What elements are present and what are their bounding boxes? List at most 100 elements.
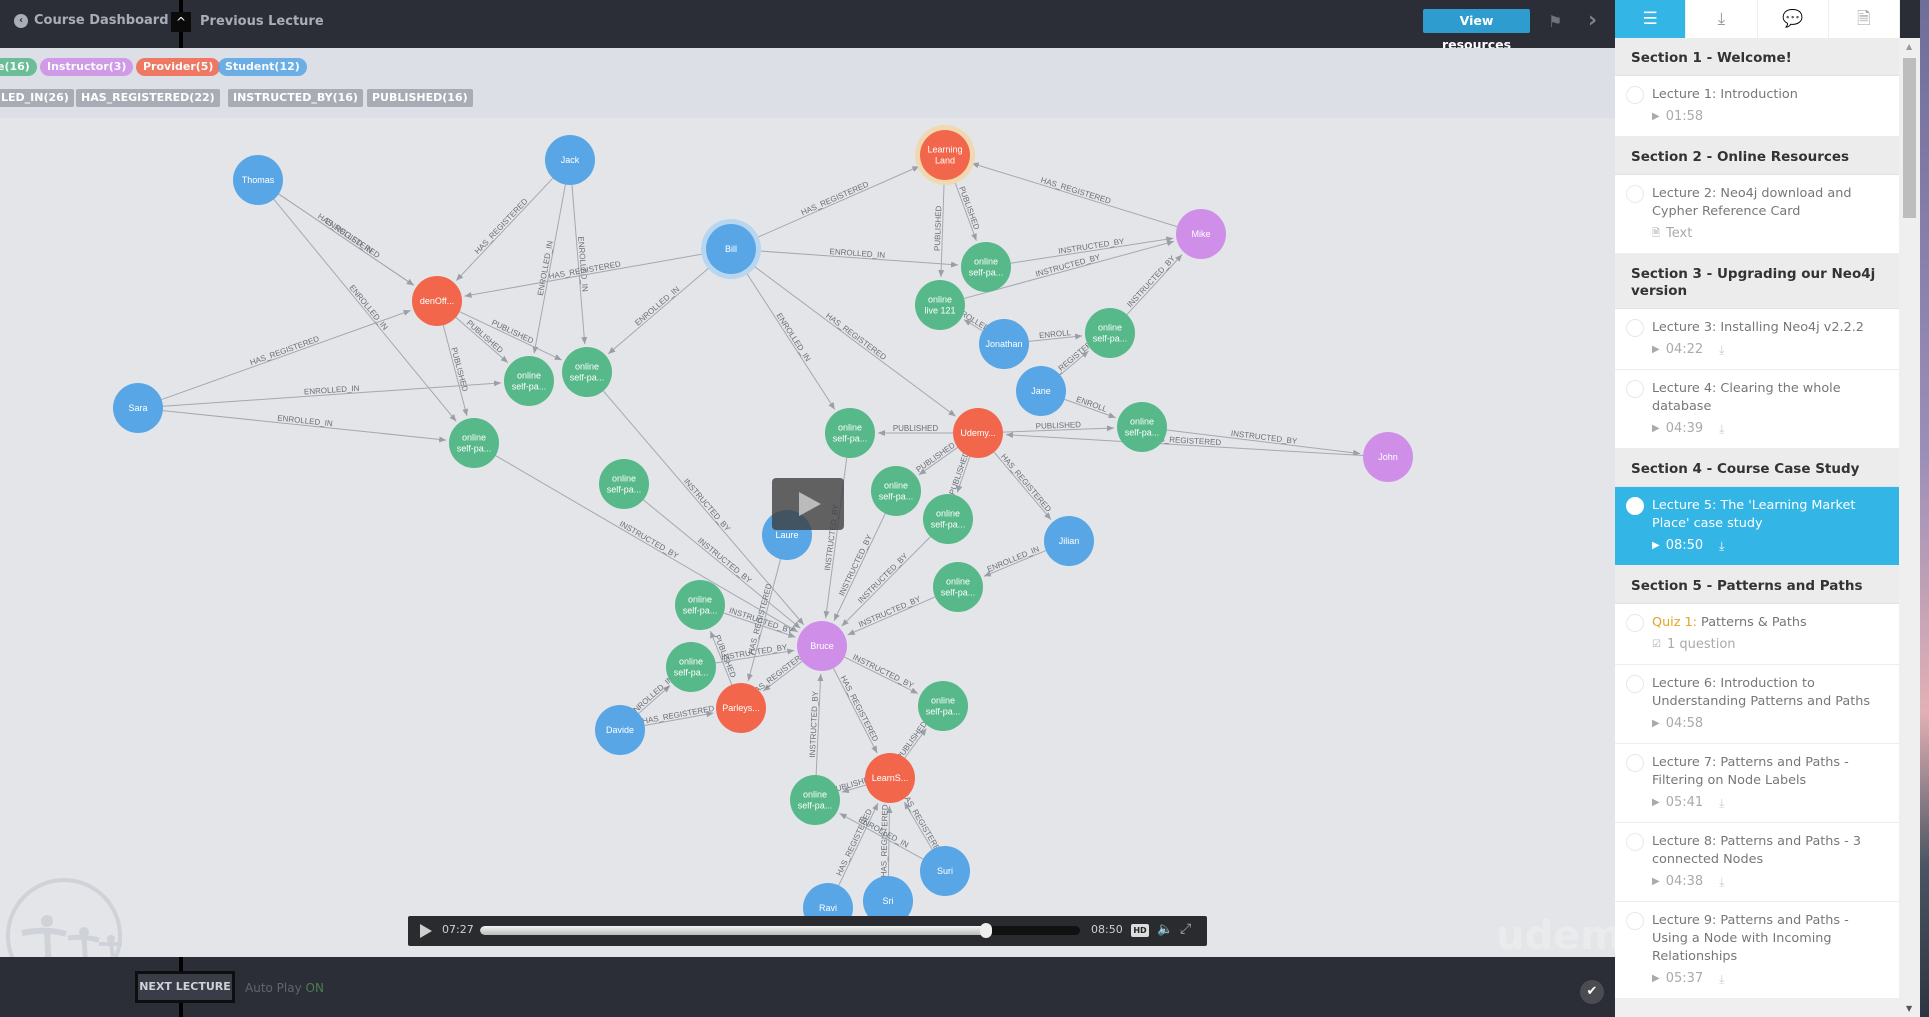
tab-discussions[interactable]: 💬 [1758,0,1829,38]
lecture-item[interactable]: Lecture 3: Installing Neo4j v2.2.2 ▶ 04:22… [1615,309,1899,370]
graph-node-c11[interactable]: onlineself-pa... [923,494,973,544]
graph-node-pariesys[interactable]: Parleys... [716,683,766,733]
relationship-label: ENROLLED_IN [347,283,389,332]
lecture-item[interactable]: Quiz 1: Patterns & Paths ☑ 1 question [1615,604,1899,665]
download-icon[interactable]: ⤓ [1719,420,1724,438]
download-icon[interactable]: ⤓ [1719,537,1724,555]
curriculum-list: Section 1 - Welcome! Lecture 1: Introduct… [1615,38,1899,999]
graph-node-suri[interactable]: Suri [920,846,970,896]
download-icon[interactable]: ⤓ [1719,970,1724,988]
progress-circle-icon [1626,185,1644,203]
graph-node-learns[interactable]: LearnS... [865,753,915,803]
graph-node-thomas[interactable]: Thomas [233,155,283,205]
graph-node-c8[interactable]: onlineself-pa... [825,408,875,458]
notes-icon: 🗎 [1857,9,1871,29]
graph-node-c2[interactable]: onlineself-pa... [562,347,612,397]
node-label: online [688,595,712,605]
graph-node-denoff[interactable]: denOff... [412,276,462,326]
play-circle-icon: ▶ [1652,797,1660,808]
sidebar-scrollbar[interactable]: ▲ ▼ [1900,38,1920,1017]
lecture-item[interactable]: Lecture 8: Patterns and Paths - 3 connec… [1615,823,1899,902]
relationship-label: HAS_REGISTERED [879,804,889,877]
graph-node-learningland[interactable]: LearningLand [915,125,975,185]
lecture-title: Lecture 7: Patterns and Paths - Filterin… [1652,754,1883,790]
view-resources-button[interactable]: View resources [1423,9,1530,52]
next-lecture-button[interactable]: NEXT LECTURE [135,971,235,1003]
lecture-title: Lecture 6: Introduction to Understanding… [1652,675,1883,711]
lecture-item[interactable]: Lecture 5: The 'Learning Market Place' c… [1615,487,1899,566]
graph-node-c7[interactable]: onlineself-pa... [1085,308,1135,358]
node-label: self-pa... [457,444,492,454]
fullscreen-icon[interactable]: ⤢ [1180,921,1191,937]
lecture-item[interactable]: Lecture 2: Neo4j download and Cypher Ref… [1615,175,1899,254]
graph-node-davide[interactable]: Davide [595,705,645,755]
node-label: self-pa... [512,382,547,392]
graph-node-bill[interactable]: Bill [701,219,761,279]
graph-node-c17[interactable]: onlineself-pa... [790,775,840,825]
download-icon[interactable]: ⤓ [1719,873,1724,891]
graph-node-c9[interactable]: onlineself-pa... [1117,402,1167,452]
lecture-meta: ▶ 04:58 [1652,715,1883,733]
tab-notes[interactable]: 🗎 [1829,0,1900,38]
node-label: self-pa... [969,268,1004,278]
lecture-item[interactable]: Lecture 7: Patterns and Paths - Filterin… [1615,744,1899,823]
graph-node-c4[interactable]: onlineself-pa... [599,459,649,509]
seek-handle[interactable] [979,923,992,938]
node-label: denOff... [420,296,454,306]
graph-node-bruce[interactable]: Bruce [797,621,847,671]
tab-curriculum[interactable]: ☰ [1615,0,1687,38]
lecture-title-text: Patterns & Paths [1701,615,1807,630]
course-dashboard-link[interactable]: ‹ Course Dashboard [14,13,169,28]
node-label: online [679,657,703,667]
udemy-watermark: udemy [1496,913,1615,957]
auto-play-toggle[interactable]: Auto Play ON [245,981,324,995]
relationship-label: ENROLL [1075,395,1109,414]
graph-node-c10[interactable]: onlineself-pa... [871,466,921,516]
scrollbar-thumb[interactable] [1903,58,1916,218]
chevron-up-icon[interactable]: ^ [171,12,191,32]
graph-node-c14[interactable]: onlineself-pa... [666,642,716,692]
graph-node-c16[interactable]: onlineself-pa... [918,681,968,731]
relationship-label: PUBLISHED [948,450,972,496]
tab-downloads[interactable]: ⤓ [1686,0,1758,38]
previous-lecture-link[interactable]: Previous Lecture [200,14,324,29]
lecture-item[interactable]: Lecture 1: Introduction ▶ 01:58 [1615,76,1899,137]
hd-toggle[interactable]: HD [1131,924,1149,937]
node-label: self-pa... [607,485,642,495]
download-icon[interactable]: ⤓ [1719,794,1724,812]
graph-node-jilian[interactable]: Jilian [1044,516,1094,566]
relationship-label: INSTRUCTED_BY [856,551,910,605]
graph-node-c3[interactable]: onlineself-pa... [449,418,499,468]
lecture-item[interactable]: Lecture 9: Patterns and Paths - Using a … [1615,902,1899,999]
video-stage[interactable]: e(16) Instructor(3) Provider(5) Student(12)… [0,48,1615,957]
big-play-button[interactable] [772,478,844,530]
player-controls: 07:27 08:50 HD 🔈 ⤢ [408,916,1207,946]
volume-icon[interactable]: 🔈 [1157,922,1173,937]
scroll-down-icon[interactable]: ▼ [1906,1004,1912,1013]
node-label: John [1378,452,1398,462]
graph-node-sara[interactable]: Sara [113,383,163,433]
graph-node-udemy[interactable]: Udemy... [953,408,1003,458]
node-label: self-pa... [833,434,868,444]
graph-node-c13[interactable]: onlineself-pa... [675,580,725,630]
graph-node-jonathan[interactable]: Jonathan [979,319,1029,369]
flag-icon[interactable]: ⚑ [1548,12,1562,31]
graph-node-john[interactable]: John [1363,432,1413,482]
node-label: Suri [937,866,953,876]
graph-node-jack[interactable]: Jack [545,135,595,185]
graph-node-c12[interactable]: onlineself-pa... [933,562,983,612]
lecture-item[interactable]: Lecture 4: Clearing the whole database ▶ 0… [1615,370,1899,449]
graph-node-c5[interactable]: onlineself-pa... [961,242,1011,292]
chevron-right-icon[interactable]: › [1588,8,1597,33]
lecture-item[interactable]: Lecture 6: Introduction to Understanding… [1615,665,1899,744]
relationship-label: ENROLLED_IN [323,217,374,256]
graph-node-c1[interactable]: onlineself-pa... [504,356,554,406]
play-icon[interactable] [420,924,432,938]
mark-complete-check-icon[interactable]: ✔ [1580,980,1604,1004]
graph-node-jane[interactable]: Jane [1016,366,1066,416]
scroll-up-icon[interactable]: ▲ [1906,42,1912,51]
lecture-duration: 01:58 [1665,109,1704,124]
graph-node-c6[interactable]: onlinelive 121 [915,280,965,330]
download-icon[interactable]: ⤓ [1719,341,1724,359]
graph-node-mike[interactable]: Mike [1176,209,1226,259]
